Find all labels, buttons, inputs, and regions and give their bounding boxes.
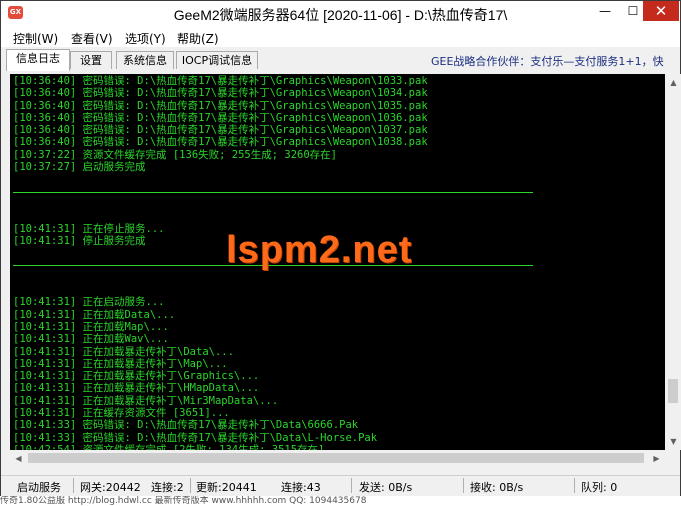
log-line: [10:36:40] 密码错误: D:\热血传奇17\暴走传补丁\Graphic… bbox=[13, 87, 428, 100]
log-line: [10:37:22] 资源文件缓存完成 [136失败; 255生成; 3260存… bbox=[13, 148, 338, 161]
log-line: [10:41:31] 正在加载Wav\... bbox=[13, 333, 169, 346]
tab-system-info[interactable]: 系统信息 bbox=[116, 51, 174, 69]
partner-banner[interactable]: GEE战略合作伙伴：支付乐—支付服务1+1，快 bbox=[431, 53, 679, 69]
minimize-icon[interactable]: — bbox=[591, 1, 619, 21]
menu-options[interactable]: 选项(Y) bbox=[125, 30, 166, 47]
status-gateway: 网关:20442 bbox=[80, 481, 141, 494]
log-line: [10:36:40] 密码错误: D:\热血传奇17\暴走传补丁\Graphic… bbox=[13, 99, 428, 112]
log-line: [10:41:31] 正在加载暴走传补丁\Data\... bbox=[13, 345, 234, 358]
scroll-up-icon[interactable]: ▲ bbox=[665, 74, 681, 91]
vertical-scrollbar[interactable]: ▲ ▼ bbox=[665, 74, 681, 450]
log-panel[interactable]: [10:36:40] 密码错误: D:\热血传奇17\暴走传补丁\Graphic… bbox=[10, 74, 665, 450]
tab-settings[interactable]: 设置 bbox=[70, 51, 112, 69]
close-icon[interactable]: ✕ bbox=[643, 1, 679, 21]
log-line: [10:41:31] 正在加载暴走传补丁\HMapData\... bbox=[13, 382, 260, 395]
vertical-scroll-thumb[interactable] bbox=[668, 379, 678, 403]
horizontal-scrollbar[interactable]: ◀ ▶ bbox=[10, 450, 665, 467]
status-connections: 连接:2 bbox=[151, 481, 184, 494]
status-connect: 连接:43 bbox=[281, 481, 321, 494]
watermark-text: lspm2.net bbox=[226, 229, 413, 271]
log-line: [10:41:31] 正在加载暴走传补丁\Map\... bbox=[13, 357, 228, 370]
tab-iocp-debug[interactable]: IOCP调试信息 bbox=[176, 51, 258, 69]
status-service: 启动服务 bbox=[17, 481, 61, 494]
tab-info-log[interactable]: 信息日志 bbox=[6, 49, 70, 71]
menu-view[interactable]: 查看(V) bbox=[71, 30, 113, 47]
bottom-taskbar-text: 传奇1.80公益服 http://blog.hdwl.cc 最新传奇版本 www… bbox=[0, 496, 681, 506]
status-bar: 启动服务 网关:20442 连接:2 更新:20441 连接:43 发送: 0B… bbox=[1, 475, 680, 496]
log-line: [10:41:31] 正在加载暴走传补丁\Graphics\... bbox=[13, 370, 260, 383]
menu-help[interactable]: 帮助(Z) bbox=[177, 30, 219, 47]
menu-bar: 控制(W) 查看(V) 选项(Y) 帮助(Z) bbox=[1, 27, 680, 47]
log-line: [10:36:40] 密码错误: D:\热血传奇17\暴走传补丁\Graphic… bbox=[13, 136, 428, 149]
log-line: [10:36:40] 密码错误: D:\热血传奇17\暴走传补丁\Graphic… bbox=[13, 124, 428, 137]
horizontal-scroll-thumb[interactable] bbox=[28, 453, 644, 463]
log-line: [10:41:31] 正在缓存资源文件 [3651]... bbox=[13, 407, 230, 420]
log-line: [10:36:40] 密码错误: D:\热血传奇17\暴走传补丁\Graphic… bbox=[13, 75, 428, 87]
log-line: [10:37:27] 启动服务完成 bbox=[13, 161, 146, 174]
scroll-down-icon[interactable]: ▼ bbox=[665, 433, 681, 450]
window-title: GeeM2微端服务器64位 [2020-11-06] - D:\热血传奇17\ bbox=[173, 7, 508, 23]
log-separator bbox=[13, 186, 663, 198]
log-line: [10:41:31] 正在加载Map\... bbox=[13, 320, 169, 333]
scroll-left-icon[interactable]: ◀ bbox=[10, 450, 27, 467]
menu-control[interactable]: 控制(W) bbox=[13, 30, 58, 47]
log-line: [10:41:31] 正在加载暴走传补丁\Mir3MapData\... bbox=[13, 394, 279, 407]
status-send: 发送: 0B/s bbox=[359, 481, 413, 494]
title-bar[interactable]: GX GeeM2微端服务器64位 [2020-11-06] - D:\热血传奇1… bbox=[1, 1, 680, 27]
status-update: 更新:20441 bbox=[196, 481, 257, 494]
status-queue: 队列: 0 bbox=[581, 481, 618, 494]
log-line: [10:41:33] 密码错误: D:\热血传奇17\暴走传补丁\Data\66… bbox=[13, 419, 359, 432]
main-window: GX GeeM2微端服务器64位 [2020-11-06] - D:\热血传奇1… bbox=[0, 0, 681, 506]
scroll-right-icon[interactable]: ▶ bbox=[648, 450, 665, 467]
status-receive: 接收: 0B/s bbox=[470, 481, 524, 494]
log-line: [10:41:31] 正在加载Data\... bbox=[13, 308, 176, 321]
log-line: [10:41:33] 密码错误: D:\热血传奇17\暴走传补丁\Data\L-… bbox=[13, 431, 378, 444]
log-line: [10:41:31] 正在启动服务... bbox=[13, 296, 165, 309]
log-line: [10:36:40] 密码错误: D:\热血传奇17\暴走传补丁\Graphic… bbox=[13, 111, 428, 124]
